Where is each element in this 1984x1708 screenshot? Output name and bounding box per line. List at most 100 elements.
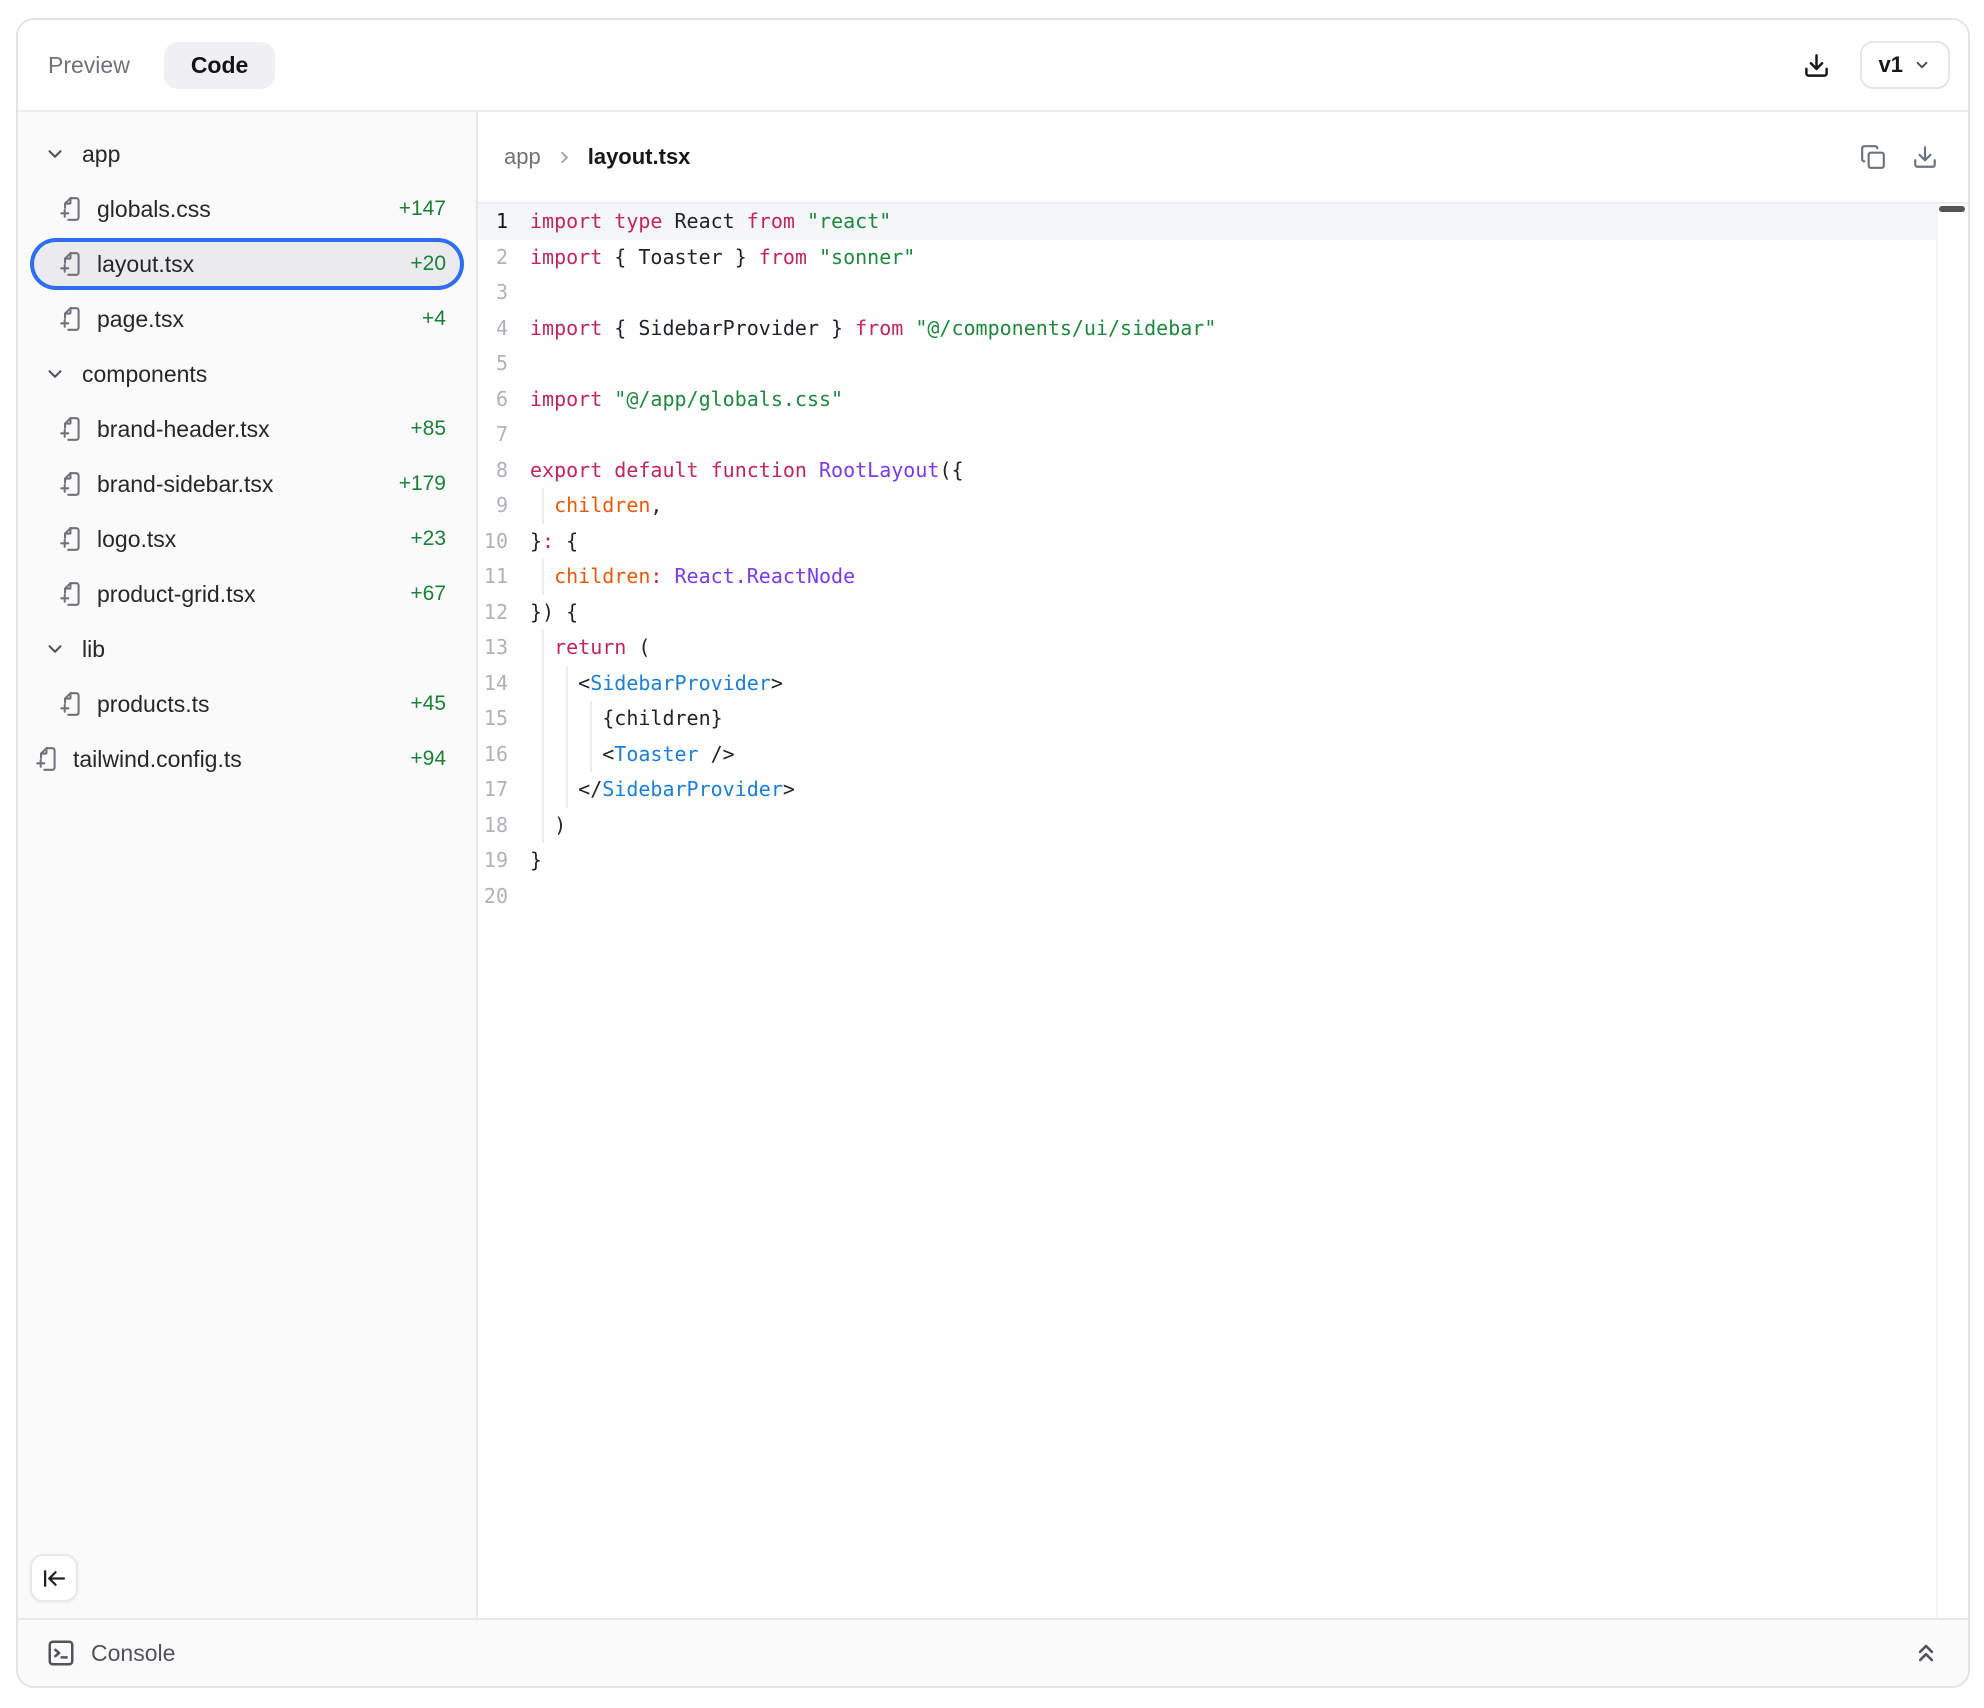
code-line-9: 9 children, xyxy=(478,488,1938,524)
added-lines-badge: +179 xyxy=(399,472,446,496)
code-text: import { Toaster } from "sonner" xyxy=(530,240,1938,276)
code-line-4: 4 import { SidebarProvider } from "@/comp… xyxy=(478,311,1938,347)
file-plus-icon xyxy=(58,196,84,222)
code-line-18: 18 ) xyxy=(478,808,1938,844)
indent-guide xyxy=(566,701,568,737)
tree-folder-lib[interactable]: lib xyxy=(34,627,460,671)
added-lines-badge: +23 xyxy=(410,527,446,551)
file-plus-icon xyxy=(34,746,60,772)
chevron-down-icon xyxy=(44,638,66,660)
tree-item-label: lib xyxy=(82,636,105,663)
line-number: 20 xyxy=(478,879,508,915)
line-number: 9 xyxy=(478,488,508,524)
code-text: </SidebarProvider> xyxy=(530,772,1938,808)
code-editor: 1 import type React from "react"2import {… xyxy=(478,204,1968,1618)
chevron-right-icon xyxy=(555,148,574,167)
code-text: children, xyxy=(530,488,1938,524)
added-lines-badge: +4 xyxy=(422,307,446,331)
tree-folder-app[interactable]: app xyxy=(34,132,460,176)
indent-guide xyxy=(566,772,568,808)
code-workspace-panel: Preview Code v1 app globals.css+147 layout… xyxy=(16,18,1970,1688)
tree-item-label: app xyxy=(82,141,120,168)
tab-preview[interactable]: Preview xyxy=(48,42,130,89)
tab-code[interactable]: Code xyxy=(164,42,276,89)
code-text xyxy=(530,346,1938,382)
tree-file-brand-header.tsx[interactable]: brand-header.tsx+85 xyxy=(34,407,460,451)
code-viewer-panel: app layout.tsx xyxy=(478,112,1968,1618)
code-line-2: 2import { Toaster } from "sonner" xyxy=(478,240,1938,276)
code-text xyxy=(530,275,1938,311)
tree-file-layout.tsx[interactable]: layout.tsx+20 xyxy=(34,242,460,286)
line-number: 5 xyxy=(478,346,508,382)
panel-collapse-left-icon xyxy=(42,1566,67,1591)
code-text: <Toaster /> xyxy=(530,737,1938,773)
code-text: {children} xyxy=(530,701,1938,737)
file-plus-icon xyxy=(58,471,84,497)
terminal-icon xyxy=(46,1638,76,1668)
tree-file-globals.css[interactable]: globals.css+147 xyxy=(34,187,460,231)
tree-file-page.tsx[interactable]: page.tsx +4 xyxy=(34,297,460,341)
copy-code-button[interactable] xyxy=(1860,144,1886,170)
view-mode-tabs: Preview Code xyxy=(48,42,275,89)
version-dropdown[interactable]: v1 xyxy=(1860,41,1950,89)
tree-file-brand-sidebar.tsx[interactable]: brand-sidebar.tsx +179 xyxy=(34,462,460,506)
breadcrumb-file: layout.tsx xyxy=(588,144,691,170)
code-line-11: 11 children: React.ReactNode xyxy=(478,559,1938,595)
tree-file-tailwind.config.ts[interactable]: tailwind.config.ts+94 xyxy=(34,737,460,781)
top-toolbar: Preview Code v1 xyxy=(18,20,1968,112)
code-line-16: 16 <Toaster /> xyxy=(478,737,1938,773)
topbar-actions: v1 xyxy=(1803,41,1950,89)
indent-guide xyxy=(542,808,544,844)
code-text: }) { xyxy=(530,595,1938,631)
collapse-sidebar-button[interactable] xyxy=(30,1554,78,1602)
console-bar[interactable]: Console xyxy=(18,1618,1968,1686)
console-label: Console xyxy=(91,1640,175,1667)
code-line-12: 12}) { xyxy=(478,595,1938,631)
code-text: <SidebarProvider> xyxy=(530,666,1938,702)
line-number: 8 xyxy=(478,453,508,489)
console-label-group: Console xyxy=(46,1638,175,1668)
download-icon xyxy=(1912,144,1938,170)
chevron-down-icon xyxy=(44,143,66,165)
file-plus-icon xyxy=(58,251,84,277)
indent-guide xyxy=(566,737,568,773)
line-number: 6 xyxy=(478,382,508,418)
tree-folder-components[interactable]: components xyxy=(34,352,460,396)
code-text: children: React.ReactNode xyxy=(530,559,1938,595)
code-line-6: 6import "@/app/globals.css" xyxy=(478,382,1938,418)
file-plus-icon xyxy=(58,306,84,332)
tree-file-product-grid.tsx[interactable]: product-grid.tsx +67 xyxy=(34,572,460,616)
line-number: 1 xyxy=(478,204,508,240)
download-project-button[interactable] xyxy=(1803,52,1830,79)
download-file-button[interactable] xyxy=(1912,144,1938,170)
indent-guide xyxy=(542,666,544,702)
chevron-down-icon xyxy=(1913,56,1931,74)
code-text: import { SidebarProvider } from "@/compo… xyxy=(530,311,1938,347)
code-line-10: 10}: { xyxy=(478,524,1938,560)
tree-item-label: products.ts xyxy=(97,691,210,718)
indent-guide xyxy=(542,701,544,737)
code-text: ) xyxy=(530,808,1938,844)
line-number: 3 xyxy=(478,275,508,311)
tree-item-label: brand-header.tsx xyxy=(97,416,270,443)
line-number: 4 xyxy=(478,311,508,347)
code-line-3: 3 xyxy=(478,275,1938,311)
vertical-scrollbar-thumb[interactable] xyxy=(1939,206,1965,212)
file-explorer-sidebar: app globals.css+147 layout.tsx+20 page.tsx +… xyxy=(18,112,478,1618)
scrollbar-gutter xyxy=(1936,204,1938,1618)
indent-guide xyxy=(542,772,544,808)
code-line-17: 17 </SidebarProvider> xyxy=(478,772,1938,808)
code-text: export default function RootLayout({ xyxy=(530,453,1938,489)
breadcrumb: app layout.tsx xyxy=(504,144,690,170)
line-number: 19 xyxy=(478,843,508,879)
tree-item-label: layout.tsx xyxy=(97,251,194,278)
line-number: 16 xyxy=(478,737,508,773)
code-text: import type React from "react" xyxy=(530,204,1938,240)
tree-item-label: product-grid.tsx xyxy=(97,581,256,608)
tree-item-label: page.tsx xyxy=(97,306,184,333)
tree-item-label: brand-sidebar.tsx xyxy=(97,471,273,498)
tree-file-logo.tsx[interactable]: logo.tsx+23 xyxy=(34,517,460,561)
tree-file-products.ts[interactable]: products.ts+45 xyxy=(34,682,460,726)
added-lines-badge: +67 xyxy=(410,582,446,606)
expand-console-button[interactable] xyxy=(1912,1639,1940,1667)
